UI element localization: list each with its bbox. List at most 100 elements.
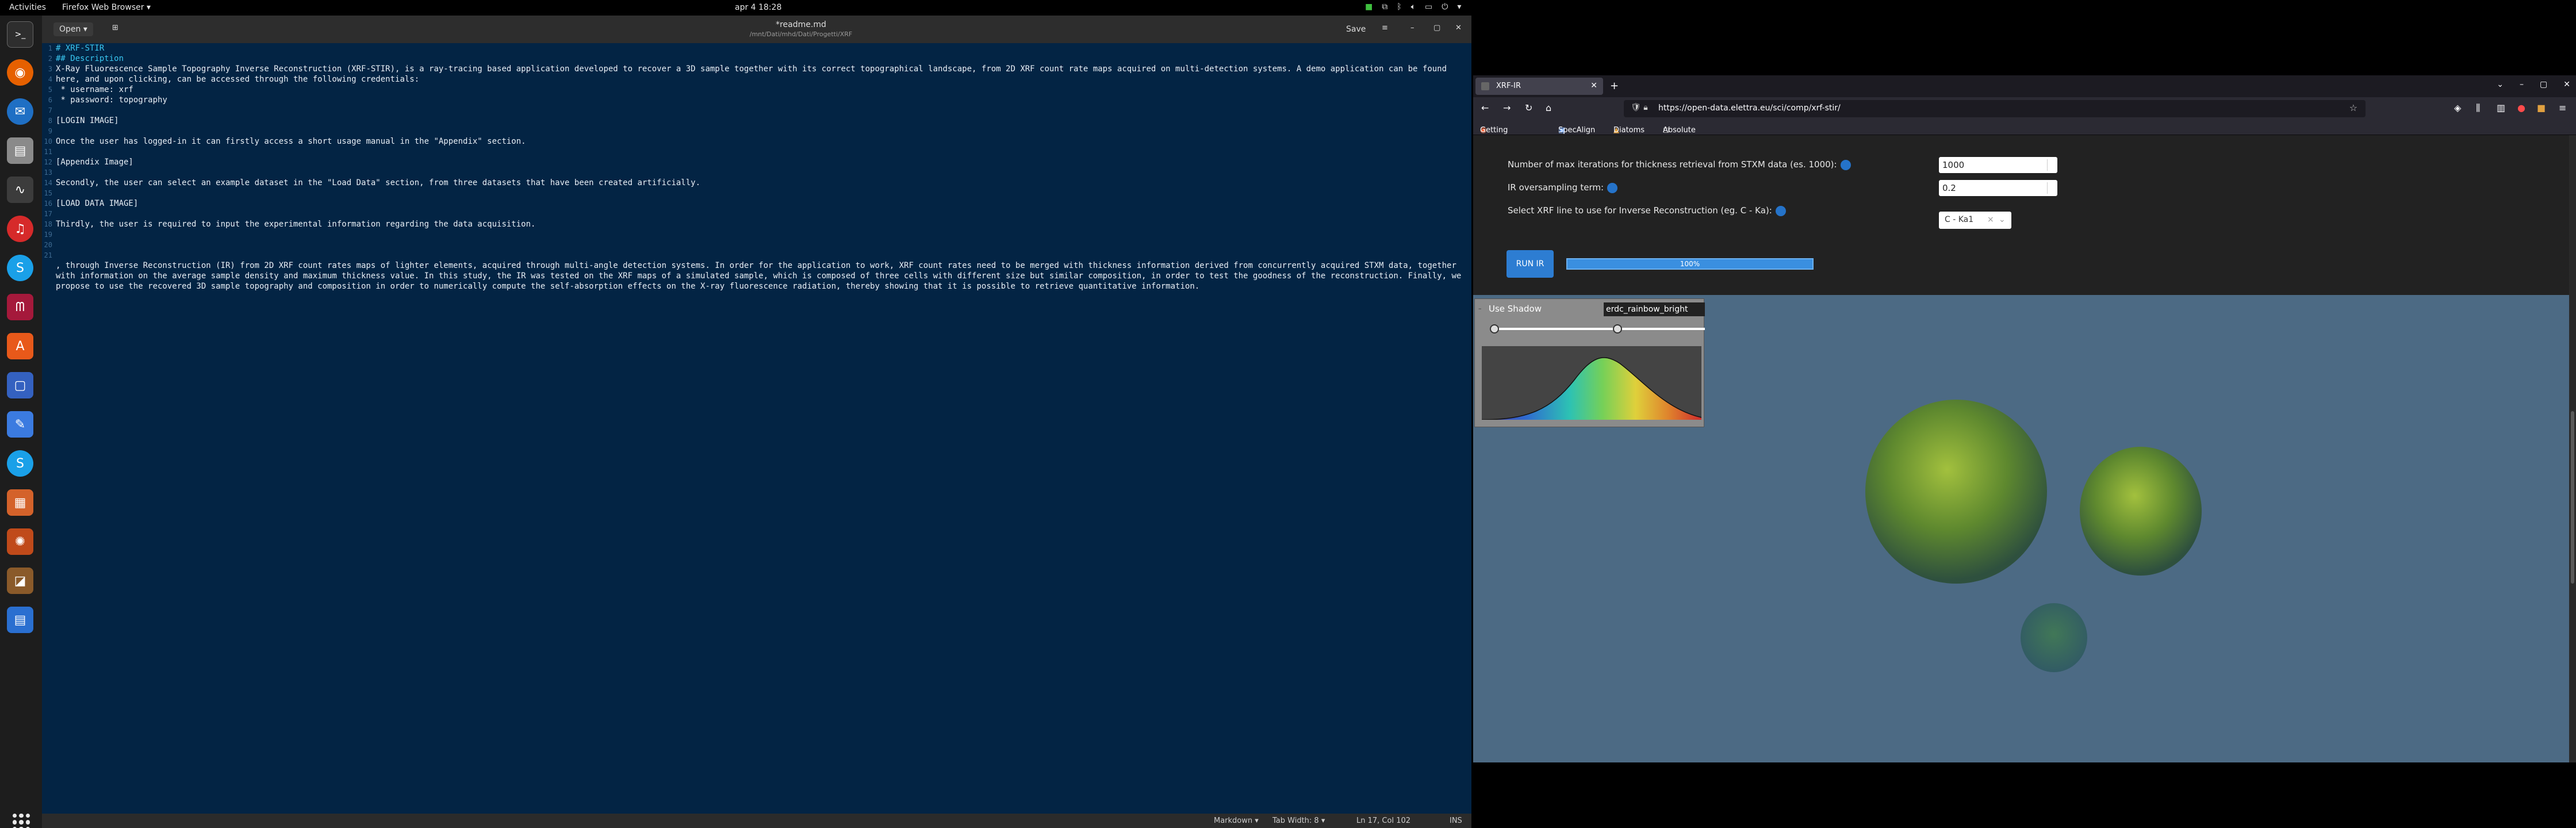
- editor-line[interactable]: [56, 250, 1467, 260]
- home-icon[interactable]: ⌂: [1546, 102, 1551, 113]
- editor-line[interactable]: Thirdly, the user is required to input t…: [56, 219, 1467, 229]
- close-icon[interactable]: ✕: [1455, 24, 1462, 32]
- cursor-position[interactable]: Ln 17, Col 102: [1356, 816, 1410, 825]
- page-scrollbar[interactable]: [2569, 135, 2576, 762]
- extension-icon[interactable]: ●: [2517, 102, 2525, 113]
- sidebar-icon[interactable]: ▥: [2497, 102, 2505, 113]
- maximize-icon[interactable]: ▢: [1433, 24, 1440, 32]
- chevron-down-icon[interactable]: ▾: [1457, 2, 1461, 12]
- spinner-icon[interactable]: [2047, 182, 2055, 194]
- colormap-selector[interactable]: erdc_rainbow_bright: [1604, 302, 1705, 316]
- tab-width-selector[interactable]: Tab Width: 8 ▾: [1272, 816, 1325, 825]
- text-editor-icon[interactable]: ✎: [7, 411, 33, 438]
- run-ir-button[interactable]: RUN IR: [1506, 250, 1554, 278]
- use-shadow-toggle[interactable]: Use Shadow: [1489, 304, 1542, 314]
- rhythmbox-icon[interactable]: ♫: [7, 216, 33, 242]
- volume-viewer[interactable]: – Use Shadow erdc_rainbow_bright: [1473, 295, 2576, 762]
- libreoffice-impress-icon[interactable]: ▦: [7, 489, 33, 516]
- editor-line[interactable]: [LOGIN IMAGE]: [56, 116, 1467, 126]
- green-indicator-icon[interactable]: ■: [1365, 2, 1373, 12]
- chevron-down-icon[interactable]: ⌄: [1999, 215, 2006, 224]
- oversampling-input[interactable]: 0.2: [1939, 180, 2057, 196]
- show-apps-icon[interactable]: [13, 814, 30, 828]
- editor-line[interactable]: [LOAD DATA IMAGE]: [56, 198, 1467, 209]
- max-iterations-input[interactable]: 1000: [1939, 157, 2057, 173]
- thunderbird-icon[interactable]: ✉: [7, 98, 33, 125]
- editor-line[interactable]: [56, 105, 1467, 116]
- menu-icon[interactable]: ≡: [1382, 24, 1388, 32]
- help-icon[interactable]: [1775, 205, 1786, 216]
- minimize-icon[interactable]: –: [1410, 24, 1414, 32]
- editor-line[interactable]: [56, 229, 1467, 240]
- help-icon[interactable]: [1607, 182, 1618, 193]
- bluetooth-icon[interactable]: ᛒ: [1397, 2, 1401, 12]
- extension-icon-2[interactable]: ■: [2537, 102, 2546, 113]
- language-selector[interactable]: Markdown ▾: [1214, 816, 1259, 825]
- url-bar[interactable]: 🛡︎ 🔒︎ https://open-data.elettra.eu/sci/c…: [1624, 100, 2366, 117]
- libreoffice-writer-icon[interactable]: ▤: [7, 607, 33, 633]
- editor-text-area[interactable]: # XRF-STIR ## Description X-Ray Fluorescen…: [56, 43, 1467, 292]
- url-text[interactable]: https://open-data.elettra.eu/sci/comp/xr…: [1658, 103, 1841, 113]
- editor-line[interactable]: Once the user has logged-in it can first…: [56, 136, 1467, 147]
- editor-line[interactable]: , through Inverse Reconstruction (IR) fr…: [56, 260, 1467, 292]
- editor-line[interactable]: * password: topography: [56, 95, 1467, 105]
- mendeley-icon[interactable]: ᗰ: [7, 294, 33, 320]
- network-icon[interactable]: ⧉: [1382, 2, 1387, 12]
- forward-icon[interactable]: →: [1503, 102, 1511, 113]
- volume-icon[interactable]: 🔈︎: [1411, 2, 1416, 12]
- terminal-icon[interactable]: >_: [7, 21, 33, 48]
- files-icon[interactable]: ▤: [7, 137, 33, 164]
- editor-line[interactable]: [56, 188, 1467, 198]
- hamburger-menu-icon[interactable]: ≡: [2559, 102, 2566, 113]
- battery-icon[interactable]: ▭: [1425, 2, 1432, 12]
- editor-line[interactable]: [56, 126, 1467, 136]
- new-tab-icon[interactable]: +: [1610, 80, 1619, 92]
- editor-line[interactable]: ## Description: [56, 53, 1467, 64]
- xrf-line-select[interactable]: C - Ka1 × ⌄: [1939, 212, 2011, 229]
- photo-icon[interactable]: ◪: [7, 568, 33, 594]
- editor-line[interactable]: X-Ray Fluorescence Sample Topography Inv…: [56, 64, 1467, 85]
- maximize-icon[interactable]: ▢: [2540, 80, 2547, 89]
- firefox-icon[interactable]: ◉: [7, 59, 33, 86]
- scrollbar-thumb[interactable]: [2571, 411, 2574, 584]
- inkscape-icon[interactable]: ✺: [7, 528, 33, 555]
- open-button[interactable]: Open ▾: [53, 22, 93, 36]
- slider-handle-min[interactable]: [1490, 324, 1499, 334]
- slider-handle-max[interactable]: [1613, 324, 1622, 334]
- editor-line[interactable]: [56, 240, 1467, 250]
- tab-xrf-ir[interactable]: XRF-IR ✕: [1475, 78, 1603, 95]
- system-tray[interactable]: ■ ⧉ ᛒ 🔈︎ ▭ ⏻ ▾: [1365, 2, 1461, 12]
- back-icon[interactable]: ←: [1481, 102, 1489, 113]
- library-icon[interactable]: ⫼: [2476, 102, 2480, 114]
- reload-icon[interactable]: ↻: [1525, 102, 1532, 113]
- spinner-icon[interactable]: [2047, 159, 2055, 171]
- lock-icon[interactable]: 🛡︎ 🔒︎: [1631, 103, 1648, 112]
- opacity-slider[interactable]: [1492, 328, 1705, 330]
- power-icon[interactable]: ⏻: [1442, 2, 1448, 12]
- collapse-icon[interactable]: –: [1478, 305, 1482, 312]
- editor-line[interactable]: [56, 167, 1467, 178]
- clear-icon[interactable]: ×: [1987, 215, 1994, 224]
- bookmark-star-icon[interactable]: ☆: [2349, 102, 2358, 113]
- clock[interactable]: apr 4 18:28: [735, 3, 781, 12]
- app-menu[interactable]: Firefox Web Browser ▾: [62, 3, 151, 12]
- software-icon[interactable]: A: [7, 333, 33, 359]
- monitor-icon[interactable]: ∿: [7, 177, 33, 203]
- editor-line[interactable]: Secondly, the user can select an example…: [56, 178, 1467, 188]
- editor-line[interactable]: [Appendix Image]: [56, 157, 1467, 167]
- histogram-graph[interactable]: [1481, 346, 1702, 420]
- skype-icon[interactable]: S: [7, 255, 33, 281]
- new-document-icon[interactable]: ⊞: [112, 24, 118, 32]
- save-button[interactable]: Save: [1341, 22, 1370, 36]
- editor-line[interactable]: [56, 147, 1467, 157]
- screenshot-icon[interactable]: ▢: [7, 372, 33, 398]
- activities-button[interactable]: Activities: [9, 3, 46, 12]
- pocket-icon[interactable]: ◈: [2454, 102, 2461, 113]
- minimize-icon[interactable]: –: [2520, 80, 2524, 89]
- editor-line[interactable]: [56, 209, 1467, 219]
- close-icon[interactable]: ✕: [2563, 80, 2570, 89]
- close-tab-icon[interactable]: ✕: [1590, 81, 1597, 90]
- editor-line[interactable]: # XRF-STIR: [56, 43, 1467, 53]
- skype-icon-2[interactable]: S: [7, 450, 33, 477]
- editor-line[interactable]: * username: xrf: [56, 85, 1467, 95]
